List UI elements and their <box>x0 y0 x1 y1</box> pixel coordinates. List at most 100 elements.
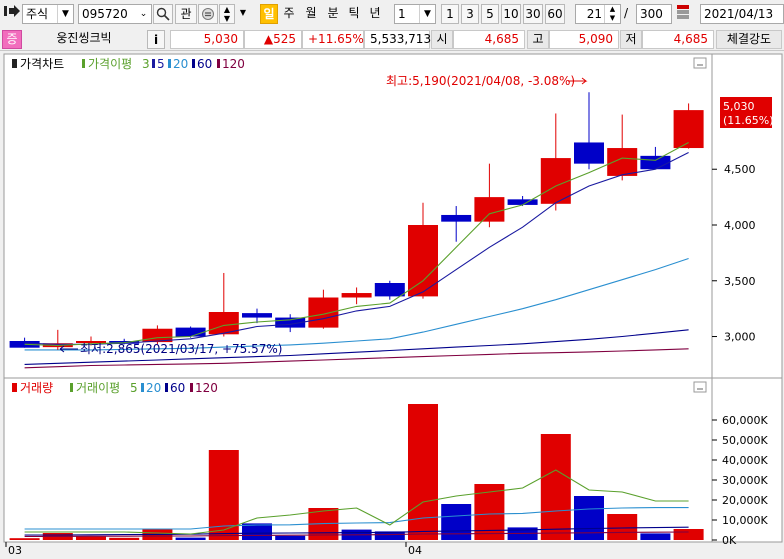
low-price-text: 4,685 <box>673 32 708 46</box>
settings-button[interactable] <box>674 4 692 24</box>
tab-month[interactable]: 월 <box>302 4 320 24</box>
legend-ma5: 5 <box>157 57 165 71</box>
date-picker[interactable]: 2021/04/13 <box>700 4 784 24</box>
open-label: 시 <box>431 30 453 49</box>
interval-label: 10 <box>503 7 519 21</box>
price-legend[interactable]: 가격차트 가격이평 3 5 20 60 120 <box>12 57 245 71</box>
interval-1-button[interactable]: 1 <box>441 4 459 24</box>
legend-marker <box>190 383 193 392</box>
settings-icon <box>677 5 689 19</box>
price-tick-label: 3,000 <box>724 331 756 344</box>
minimize-panel-button[interactable] <box>693 381 707 393</box>
sync-icon <box>202 8 214 20</box>
current-price-tag-pct: (11.65%) <box>723 114 774 127</box>
info-button[interactable]: i <box>147 30 165 49</box>
legend-marker <box>192 59 195 68</box>
visible-count-spinner[interactable]: 21 ▲ ▼ <box>575 4 621 24</box>
candle-body <box>242 313 272 318</box>
interval-5-button[interactable]: 5 <box>481 4 499 24</box>
interval-select[interactable]: 1 ▼ <box>394 4 436 24</box>
tab-tick[interactable]: 틱 <box>345 4 363 24</box>
legend-ma3: 3 <box>142 57 150 71</box>
speaker-button[interactable] <box>198 4 218 24</box>
low-label: 저 <box>620 30 642 49</box>
chart-area: 가격차트 가격이평 3 5 20 60 120 거래량 거래이평 5 20 60… <box>0 50 784 557</box>
tab-minute[interactable]: 분 <box>324 4 342 24</box>
legend-marker <box>165 383 168 392</box>
tab-day[interactable]: 일 <box>260 4 278 24</box>
top-toolbar: 주식 ▼ 095720 ⌄ 관 ▲ ▼ ▼ 일 주 월 분 틱 년 1 ▼ 1 3… <box>0 0 784 28</box>
high-label: 고 <box>527 30 549 49</box>
more-dropdown[interactable]: ▼ <box>236 4 250 24</box>
date-value: 2021/04/13 <box>704 7 774 21</box>
stock-badge: 증 <box>2 30 22 49</box>
spinner-icon: ▲ ▼ <box>604 5 620 23</box>
interval-10-button[interactable]: 10 <box>501 4 521 24</box>
candle-body <box>408 225 438 297</box>
tab-label: 주 <box>283 6 295 20</box>
legend-ma-label: 거래이평 <box>76 381 120 395</box>
prev-next-stepper[interactable]: ▲ ▼ <box>219 4 235 24</box>
volume-bar <box>441 504 472 540</box>
legend-ma-label: 가격이평 <box>88 57 132 71</box>
volume-tick-label: 10,000K <box>722 514 768 527</box>
low-label-text: 저 <box>625 32 637 46</box>
volume-bar <box>275 535 306 540</box>
volume-tick-label: 20,000K <box>722 494 768 507</box>
volume-bar <box>76 536 106 540</box>
volume-bar <box>540 434 571 540</box>
stock-code-input[interactable]: 095720 ⌄ <box>78 4 152 24</box>
visible-count-value: 21 <box>586 7 602 21</box>
link-arrow-icon <box>4 5 20 17</box>
candle-body <box>175 327 206 337</box>
total-count-input[interactable]: 300 <box>636 4 672 24</box>
candle-body <box>574 142 604 164</box>
interval-3-button[interactable]: 3 <box>461 4 479 24</box>
tab-week[interactable]: 주 <box>280 4 298 24</box>
stock-chart[interactable]: 가격차트 가격이평 3 5 20 60 120 거래량 거래이평 5 20 60… <box>0 50 784 557</box>
interval-30-button[interactable]: 30 <box>523 4 543 24</box>
tab-label: 년 <box>369 6 381 20</box>
legend-marker <box>152 59 155 68</box>
strength-label-text: 체결강도 <box>726 32 772 46</box>
volume-bar <box>640 533 671 540</box>
candle-body <box>673 110 704 149</box>
search-button[interactable] <box>153 4 173 24</box>
legend-title: 가격차트 <box>20 57 64 71</box>
interest-button[interactable]: 관 <box>175 4 197 24</box>
interval-value: 1 <box>398 7 406 21</box>
legend-ma60: 60 <box>197 57 212 71</box>
x-label-april: 04 <box>408 544 422 556</box>
price-change: ▲525 <box>244 30 302 49</box>
current-price-tag-value: 5,030 <box>723 100 755 113</box>
minimize-panel-button[interactable] <box>693 57 707 69</box>
trade-volume: 5,533,713 <box>364 30 431 49</box>
interval-60-button[interactable]: 60 <box>545 4 565 24</box>
volume-tick-label: 30,000K <box>722 474 768 487</box>
legend-marker <box>12 59 17 68</box>
tab-label: 월 <box>305 6 317 20</box>
volume-tick-label: 40,000K <box>722 454 768 467</box>
price-panel <box>3 53 713 379</box>
interval-label: 60 <box>547 7 563 21</box>
interval-label: 3 <box>466 7 474 21</box>
volume-bar <box>607 514 638 540</box>
tab-label: 분 <box>327 6 339 20</box>
legend-ma5: 5 <box>130 381 138 395</box>
tab-year[interactable]: 년 <box>366 4 384 24</box>
volume-panel <box>3 377 713 543</box>
link-arrow-button[interactable] <box>2 4 22 24</box>
candle-body <box>640 155 671 170</box>
high-label-text: 고 <box>532 32 544 46</box>
legend-marker <box>82 59 85 68</box>
market-select[interactable]: 주식 ▼ <box>22 4 74 24</box>
candle-body <box>308 297 339 328</box>
legend-marker <box>141 383 144 392</box>
candle-body <box>441 214 472 222</box>
price-tick-label: 4,500 <box>724 163 756 176</box>
candle-body <box>507 199 538 205</box>
volume-bar <box>109 537 140 540</box>
high-price: 5,090 <box>549 30 619 49</box>
volume-bar <box>9 538 40 540</box>
candle-body <box>374 283 405 297</box>
